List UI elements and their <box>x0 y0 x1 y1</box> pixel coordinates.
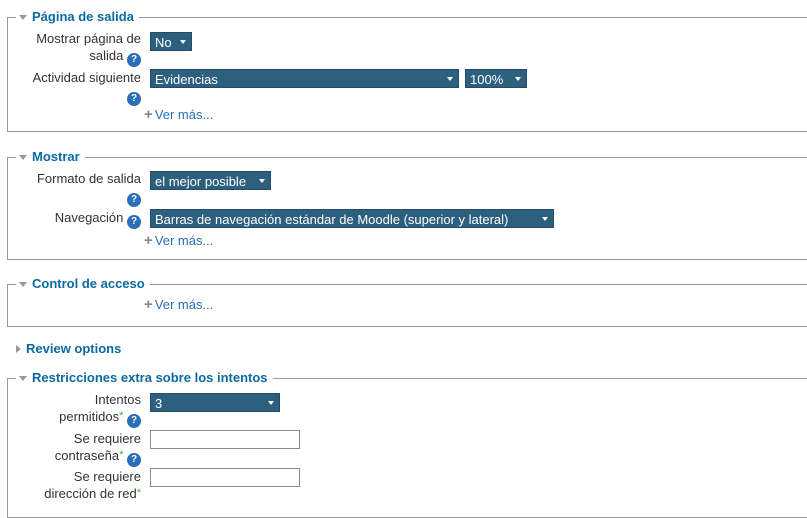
help-icon[interactable]: ? <box>127 453 141 467</box>
label-mostrar-pagina-salida: Mostrar página de salida ? <box>36 31 141 67</box>
required-icon: * <box>136 487 141 499</box>
label-requiere-contrasena: Se requiere contraseña* ? <box>54 431 141 467</box>
legend-review-options[interactable]: Review options <box>16 341 122 357</box>
mostrar-pagina-salida-select[interactable]: No <box>150 32 192 51</box>
collapse-triangle-icon <box>19 281 27 287</box>
legend-label: Página de salida <box>32 9 134 24</box>
actividad-siguiente-select[interactable]: Evidencias <box>150 69 459 88</box>
legend-label: Mostrar <box>32 149 80 164</box>
fieldset-mostrar: Mostrar Formato de salida ? el mejor pos… <box>7 149 807 260</box>
required-icon: * <box>119 410 124 422</box>
label-actividad-siguiente: Actividad siguiente ? <box>32 70 141 106</box>
intentos-permitidos-select[interactable]: 3 <box>150 393 280 412</box>
ver-mas-link[interactable]: + Ver más... <box>144 297 213 313</box>
collapse-triangle-icon <box>19 375 27 381</box>
label-formato-salida: Formato de salida ? <box>36 171 141 207</box>
dropdown-caret-icon <box>515 77 521 81</box>
collapse-triangle-icon <box>19 154 27 160</box>
legend-restricciones[interactable]: Restricciones extra sobre los intentos <box>16 370 273 386</box>
label-intentos-permitidos: Intentos permitidos* ? <box>59 392 141 428</box>
legend-label: Control de acceso <box>32 276 145 291</box>
help-icon[interactable]: ? <box>127 53 141 67</box>
legend-mostrar[interactable]: Mostrar <box>16 149 85 165</box>
dropdown-caret-icon <box>259 179 265 183</box>
navegacion-select[interactable]: Barras de navegación estándar de Moodle … <box>150 209 554 228</box>
legend-control-acceso[interactable]: Control de acceso <box>16 276 150 292</box>
direccion-red-input[interactable] <box>150 468 300 487</box>
expand-triangle-icon <box>16 345 21 353</box>
dropdown-caret-icon <box>180 40 186 44</box>
fieldset-control-acceso: Control de acceso + Ver más... <box>7 276 807 327</box>
fieldset-pagina-salida: Página de salida Mostrar página de salid… <box>7 9 807 132</box>
legend-label: Review options <box>26 341 122 356</box>
fieldset-restricciones: Restricciones extra sobre los intentos I… <box>7 370 807 518</box>
calificacion-porcentaje-select[interactable]: 100% <box>465 69 527 88</box>
label-navegacion: Navegación ? <box>55 209 141 229</box>
dropdown-caret-icon <box>268 401 274 405</box>
legend-pagina-salida[interactable]: Página de salida <box>16 9 139 25</box>
ver-mas-link[interactable]: + Ver más... <box>144 107 213 123</box>
dropdown-caret-icon <box>542 217 548 221</box>
formato-salida-select[interactable]: el mejor posible <box>150 171 271 190</box>
collapse-triangle-icon <box>19 14 27 20</box>
help-icon[interactable]: ? <box>127 193 141 207</box>
help-icon[interactable]: ? <box>127 92 141 106</box>
ver-mas-link[interactable]: + Ver más... <box>144 233 213 249</box>
required-icon: * <box>119 449 124 461</box>
plus-icon: + <box>144 232 153 249</box>
help-icon[interactable]: ? <box>127 215 141 229</box>
help-icon[interactable]: ? <box>127 414 141 428</box>
plus-icon: + <box>144 106 153 123</box>
label-requiere-direccion-red: Se requiere dirección de red* <box>44 469 141 501</box>
legend-label: Restricciones extra sobre los intentos <box>32 370 268 385</box>
dropdown-caret-icon <box>447 77 453 81</box>
contrasena-input[interactable] <box>150 430 300 449</box>
plus-icon: + <box>144 296 153 313</box>
